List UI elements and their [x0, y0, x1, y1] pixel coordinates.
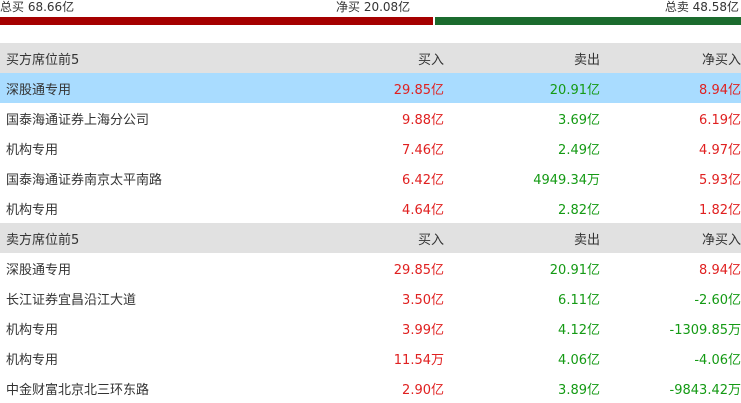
- column-header-buy: 买入: [311, 43, 444, 73]
- buy-ratio-bar: [0, 17, 433, 25]
- sell-amount: 20.91亿: [444, 73, 600, 103]
- table-row[interactable]: 机构专用 4.64亿 2.82亿 1.82亿: [0, 193, 741, 223]
- column-header-seat: 卖方席位前5: [0, 223, 311, 253]
- column-header-sell: 卖出: [444, 223, 600, 253]
- sell-ratio-bar: [435, 17, 741, 25]
- buy-amount: 29.85亿: [311, 73, 444, 103]
- column-header-net: 净买入: [600, 223, 741, 253]
- table-row[interactable]: 国泰海通证券上海分公司 9.88亿 3.69亿 6.19亿: [0, 103, 741, 133]
- net-amount: 4.97亿: [699, 142, 741, 158]
- net-amount: 8.94亿: [600, 73, 741, 103]
- sell-amount: 2.82亿: [558, 202, 600, 218]
- table-row[interactable]: 深股通专用 29.85亿 20.91亿 8.94亿: [0, 253, 741, 283]
- total-sell-label: 总卖 48.58亿: [664, 0, 739, 14]
- buy-section-header: 买方席位前5 买入 卖出 净买入: [0, 43, 741, 73]
- seat-name: 深股通专用: [6, 262, 72, 278]
- summary-bar: 总买 68.66亿 净买 20.08亿 总卖 48.58亿: [0, 0, 741, 16]
- buy-amount: 4.64亿: [402, 202, 444, 218]
- net-amount: -2.60亿: [694, 292, 741, 308]
- seat-name: 中金财富北京北三环东路: [6, 382, 150, 398]
- seat-name: 机构专用: [6, 352, 59, 368]
- net-buy-label: 净买 20.08亿: [336, 0, 411, 14]
- net-amount: -4.06亿: [694, 352, 741, 368]
- sell-amount: 3.89亿: [558, 382, 600, 398]
- buy-amount: 9.88亿: [402, 112, 444, 128]
- buy-amount: 3.50亿: [402, 292, 444, 308]
- table-row[interactable]: 机构专用 11.54万 4.06亿 -4.06亿: [0, 343, 741, 373]
- buy-amount: 2.90亿: [402, 382, 444, 398]
- column-header-sell: 卖出: [444, 43, 600, 73]
- sell-amount: 4.12亿: [558, 322, 600, 338]
- seat-name: 国泰海通证券上海分公司: [6, 112, 150, 128]
- seat-name: 机构专用: [6, 142, 59, 158]
- column-header-buy: 买入: [311, 223, 444, 253]
- table-row[interactable]: 机构专用 3.99亿 4.12亿 -1309.85万: [0, 313, 741, 343]
- net-amount: -1309.85万: [669, 322, 741, 338]
- net-amount: -9843.42万: [669, 382, 741, 398]
- sell-amount: 4.06亿: [558, 352, 600, 368]
- sell-amount: 2.49亿: [558, 142, 600, 158]
- sell-amount: 20.91亿: [549, 262, 600, 278]
- buy-amount: 29.85亿: [393, 262, 444, 278]
- table-row[interactable]: 深股通专用 29.85亿 20.91亿 8.94亿: [0, 73, 741, 103]
- table-row[interactable]: 长江证券宜昌沿江大道 3.50亿 6.11亿 -2.60亿: [0, 283, 741, 313]
- sell-amount: 3.69亿: [558, 112, 600, 128]
- net-amount: 1.82亿: [699, 202, 741, 218]
- sell-amount: 6.11亿: [558, 292, 600, 308]
- total-buy-label: 总买 68.66亿: [0, 0, 75, 14]
- sell-section-header: 卖方席位前5 买入 卖出 净买入: [0, 223, 741, 253]
- table-row[interactable]: 机构专用 7.46亿 2.49亿 4.97亿: [0, 133, 741, 163]
- buy-amount: 3.99亿: [402, 322, 444, 338]
- table-row[interactable]: 国泰海通证券南京太平南路 6.42亿 4949.34万 5.93亿: [0, 163, 741, 193]
- seat-name: 机构专用: [6, 202, 59, 218]
- buy-amount: 7.46亿: [402, 142, 444, 158]
- seat-name: 深股通专用: [0, 73, 311, 103]
- seat-name: 机构专用: [6, 322, 59, 338]
- column-header-net: 净买入: [600, 43, 741, 73]
- buy-amount: 11.54万: [393, 352, 444, 368]
- seat-name: 国泰海通证券南京太平南路: [6, 172, 163, 188]
- net-amount: 5.93亿: [699, 172, 741, 188]
- net-amount: 6.19亿: [699, 112, 741, 128]
- sell-amount: 4949.34万: [533, 172, 600, 188]
- buy-amount: 6.42亿: [402, 172, 444, 188]
- table-row[interactable]: 中金财富北京北三环东路 2.90亿 3.89亿 -9843.42万: [0, 373, 741, 403]
- column-header-seat: 买方席位前5: [0, 43, 311, 73]
- net-amount: 8.94亿: [699, 262, 741, 278]
- seat-name: 长江证券宜昌沿江大道: [6, 292, 137, 308]
- seat-table: 买方席位前5 买入 卖出 净买入 深股通专用 29.85亿 20.91亿 8.9…: [0, 43, 741, 403]
